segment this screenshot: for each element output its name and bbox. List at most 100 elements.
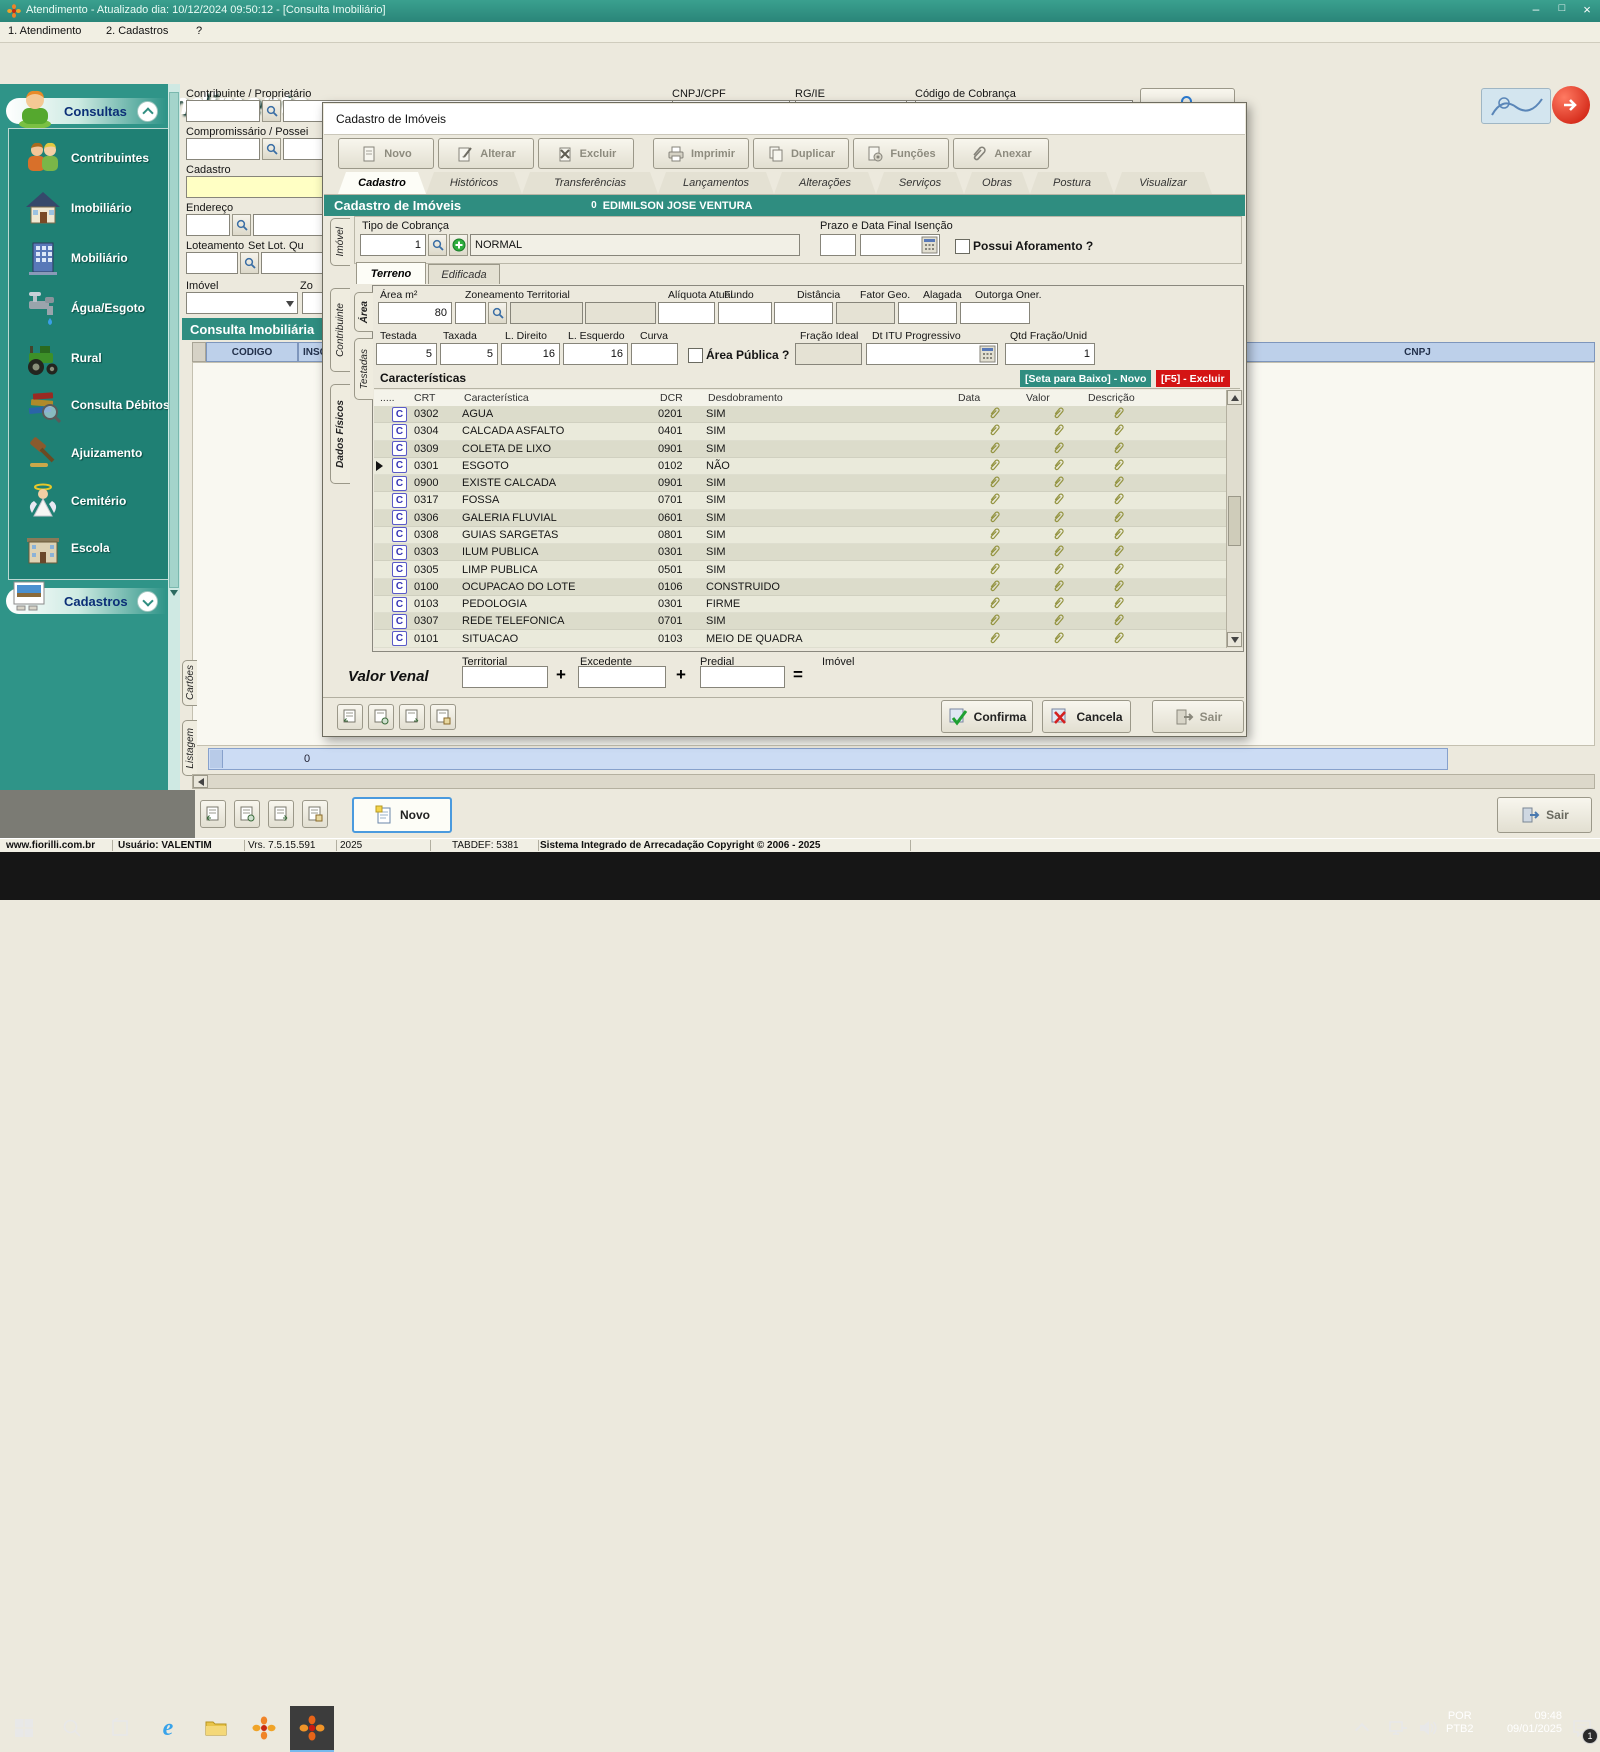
horizontal-scrollbar[interactable]	[192, 774, 1595, 789]
sidebar-scroll-down-icon[interactable]	[170, 596, 178, 614]
maximize-button[interactable]: □	[1550, 2, 1574, 19]
tab-servicos[interactable]: Serviços	[876, 172, 964, 194]
status-bar: www.fiorilli.com.br Usuário: VALENTIM Vr…	[0, 838, 1600, 853]
cadastros-label: Cadastros	[64, 594, 128, 609]
consultas-person-icon	[12, 86, 58, 130]
print-icon	[667, 145, 685, 163]
toolbar-anexar-button[interactable]: Anexar	[953, 138, 1049, 169]
tab-cartoes[interactable]: Cartões	[182, 660, 197, 706]
tab-listagem[interactable]: Listagem	[182, 720, 197, 776]
rural-icon	[23, 338, 63, 378]
task-view-icon[interactable]	[106, 1714, 134, 1742]
app-icon-1[interactable]	[250, 1714, 278, 1742]
compromissario-search-button[interactable]	[262, 138, 281, 160]
scroll-left-icon[interactable]	[193, 775, 208, 788]
novo-main-button[interactable]: Novo	[352, 797, 452, 833]
status-year: 2025	[334, 840, 431, 851]
close-button[interactable]: ×	[1576, 2, 1598, 19]
language-indicator[interactable]: POR PTB2	[1446, 1710, 1474, 1736]
tab-visualizar[interactable]: Visualizar	[1114, 172, 1212, 194]
ajuizamento-label: Ajuizamento	[71, 446, 142, 460]
sidebar-item-mobiliario[interactable]: Mobiliário	[23, 233, 175, 283]
sidebar-scrollbar[interactable]	[168, 84, 180, 790]
taskbar-search-icon[interactable]	[58, 1714, 86, 1742]
network-icon[interactable]	[1384, 1714, 1412, 1742]
contribuinte-label: Contribuinte / Proprietário	[186, 88, 311, 100]
sidebar-item-imobiliario[interactable]: Imobiliário	[23, 183, 175, 233]
endereco-search-button[interactable]	[232, 214, 251, 236]
toolbar-excluir-button[interactable]: Excluir	[538, 138, 634, 169]
tab-postura[interactable]: Postura	[1030, 172, 1114, 194]
edge-icon[interactable]: e	[154, 1714, 182, 1742]
sair-label: Sair	[1546, 808, 1569, 822]
sidebar-item-ajuizamento[interactable]: Ajuizamento	[23, 428, 175, 478]
grid-header-cnpj[interactable]: CNPJ	[1240, 342, 1595, 362]
nav-last-button[interactable]	[302, 800, 328, 828]
delete-icon	[556, 145, 574, 163]
sidebar-item-agua-esgoto[interactable]: Água/Esgoto	[23, 283, 175, 333]
section-title: Consulta Imobiliária	[190, 322, 314, 337]
minimize-button[interactable]: –	[1524, 2, 1548, 19]
tray-chevron-icon[interactable]	[1348, 1714, 1376, 1742]
agua-esgoto-label: Água/Esgoto	[71, 301, 145, 315]
menu-item-help[interactable]: ?	[196, 25, 202, 37]
contribuinte-code-input[interactable]	[186, 100, 260, 122]
nav-next-button[interactable]	[268, 800, 294, 828]
clock-date: 09/01/2025	[1486, 1723, 1562, 1736]
volume-icon[interactable]	[1414, 1714, 1442, 1742]
dialog-title: Cadastro de Imóveis	[336, 112, 446, 126]
app-icon	[7, 4, 21, 18]
sidebar-item-consulta-debitos[interactable]: Consulta Débitos	[23, 380, 175, 430]
expand-chevron-icon[interactable]	[137, 591, 158, 612]
window-title: Atendimento - Atualizado dia: 10/12/2024…	[26, 4, 386, 16]
endereco-label: Endereço	[186, 202, 233, 214]
loteamento-code-input[interactable]	[186, 252, 238, 274]
sidebar-item-escola[interactable]: Escola	[23, 523, 175, 573]
sidebar-item-cemiterio[interactable]: Cemitério	[23, 476, 175, 526]
new-document-icon	[374, 805, 394, 825]
tab-lancamentos[interactable]: Lançamentos	[658, 172, 774, 194]
nav-prev-button[interactable]	[234, 800, 260, 828]
collapse-chevron-icon[interactable]	[137, 101, 158, 122]
consulta-debitos-icon	[23, 385, 63, 425]
start-button[interactable]	[10, 1714, 38, 1742]
setlot-label: Set Lot. Qu	[248, 240, 304, 252]
tab-transferencias[interactable]: Transferências	[522, 172, 658, 194]
sair-main-button[interactable]: Sair	[1497, 797, 1592, 833]
contribuinte-search-button[interactable]	[262, 100, 281, 122]
endereco-code-input[interactable]	[186, 214, 230, 236]
file-explorer-icon[interactable]	[202, 1714, 230, 1742]
imobiliario-icon	[23, 188, 63, 228]
toolbar-funcoes-button[interactable]: Funções	[853, 138, 949, 169]
count-row[interactable]: 0	[208, 748, 1448, 770]
tab-alteracoes[interactable]: Alterações	[774, 172, 876, 194]
tab-obras[interactable]: Obras	[964, 172, 1030, 194]
exit-globe-button[interactable]	[1552, 86, 1590, 124]
notification-icon[interactable]: 1	[1568, 1714, 1596, 1742]
sidebar-scroll-thumb[interactable]	[169, 92, 179, 588]
exit-icon	[1520, 805, 1540, 825]
imovel-combo[interactable]	[186, 292, 298, 314]
cadastro-label: Cadastro	[186, 164, 231, 176]
grid-header-codigo[interactable]: CODIGO	[206, 342, 298, 362]
escola-label: Escola	[71, 541, 110, 555]
codigo-cobranca-label: Código de Cobrança	[915, 88, 1016, 100]
compromissario-code-input[interactable]	[186, 138, 260, 160]
toolbar-novo-button[interactable]: Novo	[338, 138, 434, 169]
loteamento-search-button[interactable]	[240, 252, 259, 274]
sidebar-item-rural[interactable]: Rural	[23, 333, 175, 383]
app-icon-2[interactable]	[298, 1714, 326, 1742]
count-value: 0	[304, 753, 310, 765]
tab-historicos[interactable]: Históricos	[426, 172, 522, 194]
functions-icon	[866, 145, 884, 163]
menu-item-cadastros[interactable]: 2. Cadastros	[106, 25, 168, 37]
toolbar-duplicar-button[interactable]: Duplicar	[753, 138, 849, 169]
tab-cadastro[interactable]: Cadastro	[338, 172, 426, 194]
escola-icon	[23, 528, 63, 568]
menu-item-atendimento[interactable]: 1. Atendimento	[8, 25, 81, 37]
clock[interactable]: 09:48 09/01/2025	[1486, 1710, 1562, 1736]
toolbar-alterar-button[interactable]: Alterar	[438, 138, 534, 169]
sidebar-item-contribuintes[interactable]: Contribuintes	[23, 133, 175, 183]
nav-first-button[interactable]	[200, 800, 226, 828]
toolbar-imprimir-button[interactable]: Imprimir	[653, 138, 749, 169]
